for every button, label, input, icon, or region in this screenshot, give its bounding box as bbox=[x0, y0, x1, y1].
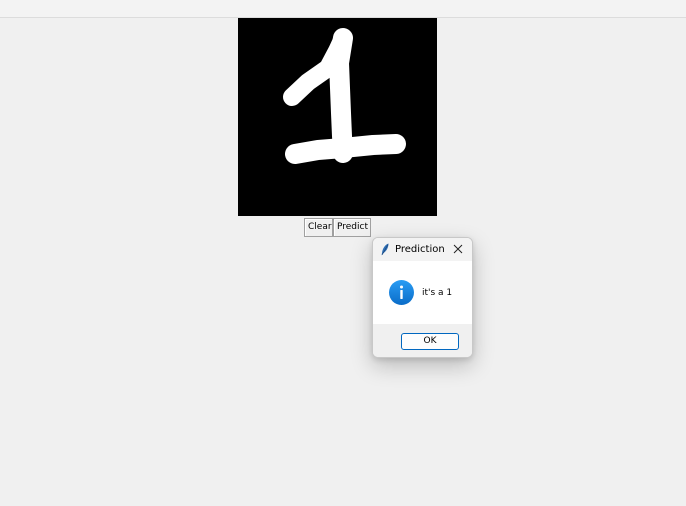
prediction-dialog: Prediction it's a 1 OK bbox=[372, 237, 473, 358]
dialog-title: Prediction bbox=[395, 244, 445, 255]
app-window: Clear Predict Prediction it's a 1 OK bbox=[0, 0, 686, 506]
dialog-message: it's a 1 bbox=[422, 288, 453, 298]
drawing-canvas[interactable] bbox=[238, 18, 437, 216]
drawn-digit bbox=[283, 28, 406, 164]
dialog-body: it's a 1 bbox=[373, 261, 472, 324]
ok-button[interactable]: OK bbox=[401, 333, 459, 350]
info-icon bbox=[389, 280, 414, 305]
dialog-close-button[interactable] bbox=[449, 241, 467, 258]
feather-icon bbox=[381, 243, 389, 256]
clear-button[interactable]: Clear bbox=[304, 218, 333, 237]
dialog-titlebar[interactable]: Prediction bbox=[373, 238, 472, 261]
window-top-strip bbox=[0, 0, 686, 18]
predict-button[interactable]: Predict bbox=[333, 218, 371, 237]
close-icon bbox=[453, 244, 463, 254]
dialog-footer: OK bbox=[373, 324, 472, 357]
